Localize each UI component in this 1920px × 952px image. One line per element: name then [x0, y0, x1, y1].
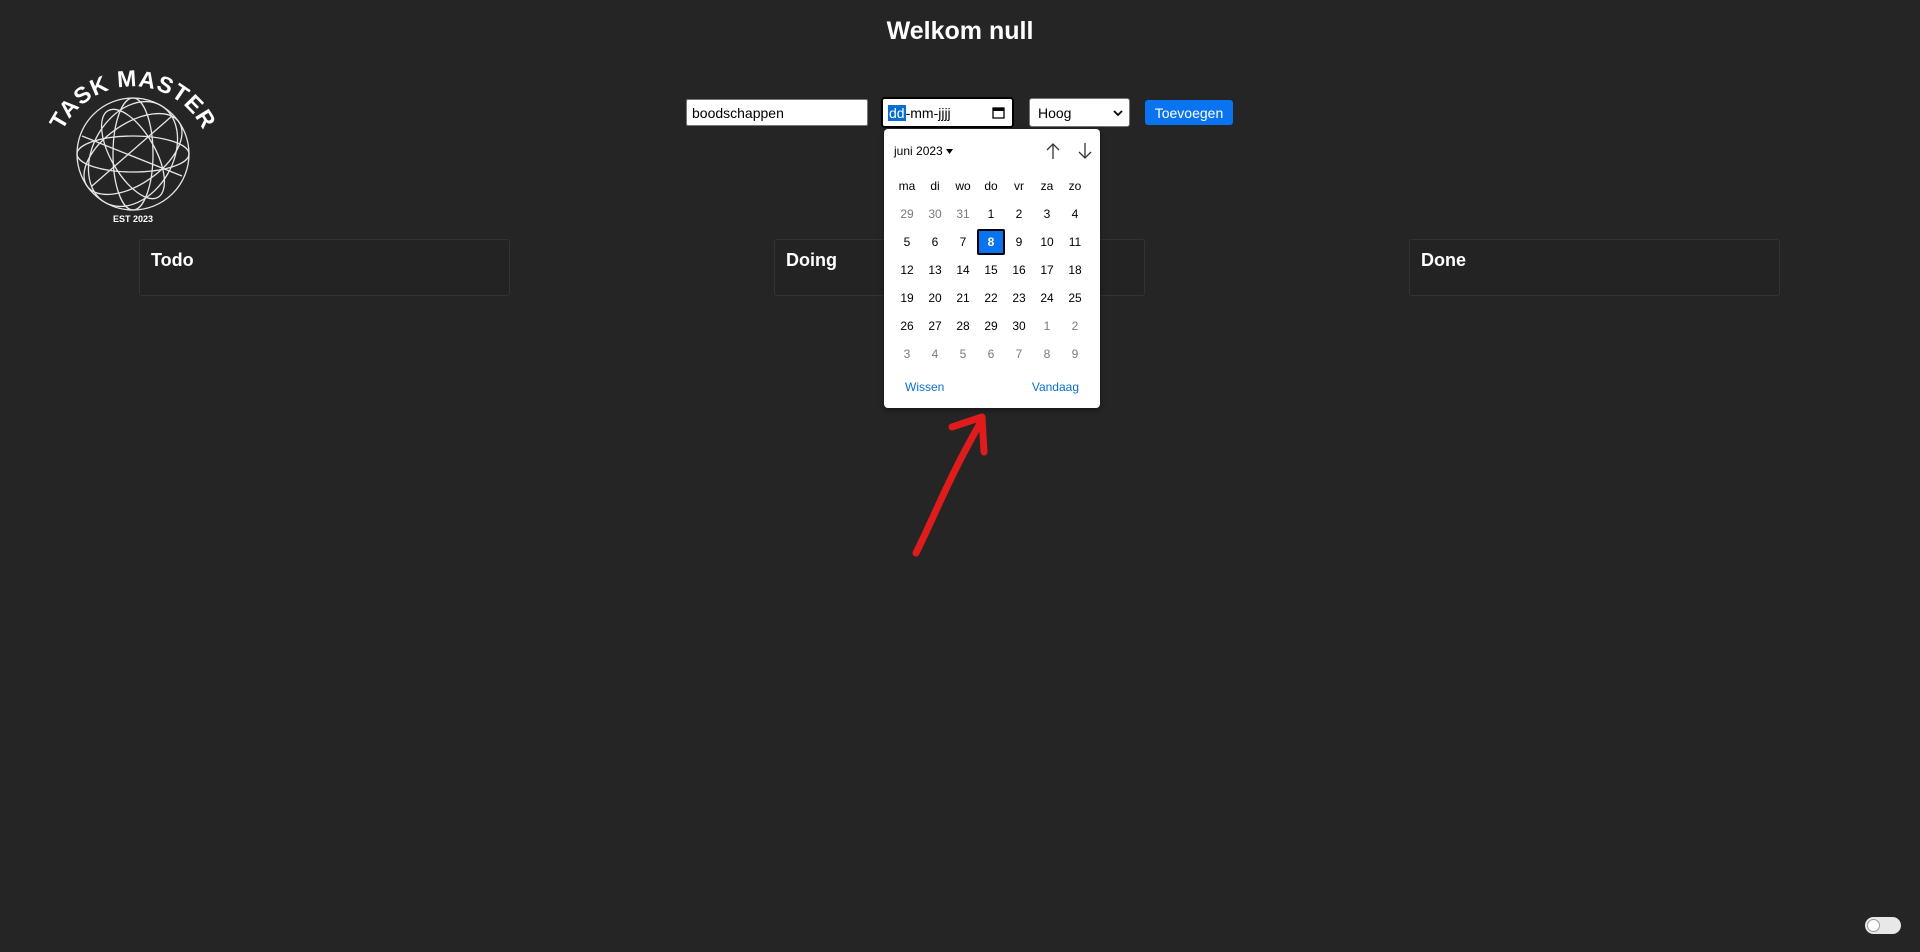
weekday-label: za	[1040, 179, 1054, 193]
day-cell[interactable]: 15	[977, 257, 1005, 283]
day-cell[interactable]: 9	[1061, 341, 1089, 367]
arrow-down-icon	[1078, 143, 1092, 159]
previous-month-button[interactable]	[1043, 141, 1063, 161]
weekday-label: di	[930, 179, 940, 193]
day-cell[interactable]: 5	[949, 341, 977, 367]
date-rest-segments[interactable]: -mm-jjjj	[906, 105, 951, 121]
day-cell[interactable]: 19	[893, 285, 921, 311]
day-cell[interactable]: 25	[1061, 285, 1089, 311]
logo-est-text: EST 2023	[113, 214, 153, 224]
day-cell[interactable]: 12	[893, 257, 921, 283]
day-cell[interactable]: 2	[1061, 313, 1089, 339]
task-name-input[interactable]	[686, 99, 868, 126]
day-cell[interactable]: 29	[977, 313, 1005, 339]
day-cell[interactable]: 6	[921, 229, 949, 255]
week-row: 29 30 31 1 2 3 4	[893, 200, 1089, 228]
day-cell[interactable]: 4	[921, 341, 949, 367]
day-cell[interactable]: 11	[1061, 229, 1089, 255]
calendar-grid: ma di wo do vr za zo 29 30 31 1 2 3 4 5 6 7 8 9 10 11 12 13 14 1…	[893, 172, 1089, 368]
due-date-input[interactable]: dd -mm-jjjj	[881, 97, 1014, 128]
column-title-todo: Todo	[151, 250, 194, 270]
day-cell[interactable]: 4	[1061, 201, 1089, 227]
week-row: 19 20 21 22 23 24 25	[893, 284, 1089, 312]
week-row: 5 6 7 8 9 10 11	[893, 228, 1089, 256]
weekday-label: vr	[1014, 179, 1024, 193]
day-cell[interactable]: 29	[893, 201, 921, 227]
page: Welkom null TASK MASTER EST 2023 d	[0, 0, 1920, 952]
clear-date-button[interactable]: Wissen	[905, 380, 944, 394]
day-cell[interactable]: 1	[977, 201, 1005, 227]
day-cell[interactable]: 30	[921, 201, 949, 227]
weekday-label: ma	[898, 179, 916, 193]
day-cell[interactable]: 8	[1033, 341, 1061, 367]
toggle-knob	[1867, 919, 1880, 932]
day-cell[interactable]: 21	[949, 285, 977, 311]
week-row: 26 27 28 29 30 1 2	[893, 312, 1089, 340]
page-title: Welkom null	[886, 17, 1034, 45]
weekday-label: wo	[955, 179, 971, 193]
month-year-selector[interactable]: juni 2023	[894, 144, 953, 158]
day-cell[interactable]: 16	[1005, 257, 1033, 283]
column-title-done: Done	[1421, 250, 1466, 270]
day-cell[interactable]: 18	[1061, 257, 1089, 283]
day-cell[interactable]: 26	[893, 313, 921, 339]
day-cell[interactable]: 2	[1005, 201, 1033, 227]
add-task-button[interactable]: Toevoegen	[1145, 100, 1233, 125]
day-cell[interactable]: 1	[1033, 313, 1061, 339]
month-year-label: juni 2023	[894, 144, 943, 158]
week-row: 3456789	[893, 340, 1089, 368]
day-cell[interactable]: 10	[1033, 229, 1061, 255]
column-title-doing: Doing	[786, 250, 837, 270]
day-cell[interactable]: 7	[949, 229, 977, 255]
calendar-icon[interactable]	[992, 106, 1005, 119]
day-cell[interactable]: 22	[977, 285, 1005, 311]
theme-toggle[interactable]	[1865, 917, 1901, 934]
day-cell[interactable]: 20	[921, 285, 949, 311]
day-cell[interactable]: 9	[1005, 229, 1033, 255]
day-cell[interactable]: 24	[1033, 285, 1061, 311]
day-cell[interactable]: 30	[1005, 313, 1033, 339]
day-cell[interactable]: 13	[921, 257, 949, 283]
chevron-down-icon	[1113, 110, 1123, 117]
weekday-header-row: ma di wo do vr za zo	[893, 172, 1089, 200]
column-todo[interactable]: Todo	[139, 239, 510, 296]
arrow-up-icon	[1046, 143, 1060, 159]
priority-select[interactable]: Hoog	[1029, 98, 1130, 127]
day-cell[interactable]: 5	[893, 229, 921, 255]
caret-down-icon	[945, 148, 953, 154]
red-arrow-annotation	[912, 413, 988, 557]
date-picker-popup[interactable]: juni 2023 ma di wo do vr za zo 29 30 31 1 2 3 4 5 6 7 8 9 1…	[884, 129, 1100, 408]
date-day-segment[interactable]: dd	[888, 104, 906, 121]
priority-selected-value: Hoog	[1038, 104, 1072, 121]
column-done[interactable]: Done	[1409, 239, 1780, 296]
day-cell[interactable]: 31	[949, 201, 977, 227]
day-cell[interactable]: 28	[949, 313, 977, 339]
day-cell[interactable]: 3	[893, 341, 921, 367]
day-cell[interactable]: 17	[1033, 257, 1061, 283]
week-row: 12 13 14 15 16 17 18	[893, 256, 1089, 284]
task-master-logo: TASK MASTER EST 2023	[42, 56, 224, 228]
weekday-label: do	[984, 179, 998, 193]
day-cell[interactable]: 6	[977, 341, 1005, 367]
weekday-label: zo	[1068, 179, 1082, 193]
svg-text:TASK MASTER: TASK MASTER	[44, 65, 222, 133]
day-cell[interactable]: 3	[1033, 201, 1061, 227]
day-cell-selected[interactable]: 8	[977, 229, 1005, 255]
day-cell[interactable]: 14	[949, 257, 977, 283]
today-button[interactable]: Vandaag	[1032, 380, 1079, 394]
next-month-button[interactable]	[1075, 141, 1095, 161]
day-cell[interactable]: 27	[921, 313, 949, 339]
day-cell[interactable]: 23	[1005, 285, 1033, 311]
day-cell[interactable]: 7	[1005, 341, 1033, 367]
